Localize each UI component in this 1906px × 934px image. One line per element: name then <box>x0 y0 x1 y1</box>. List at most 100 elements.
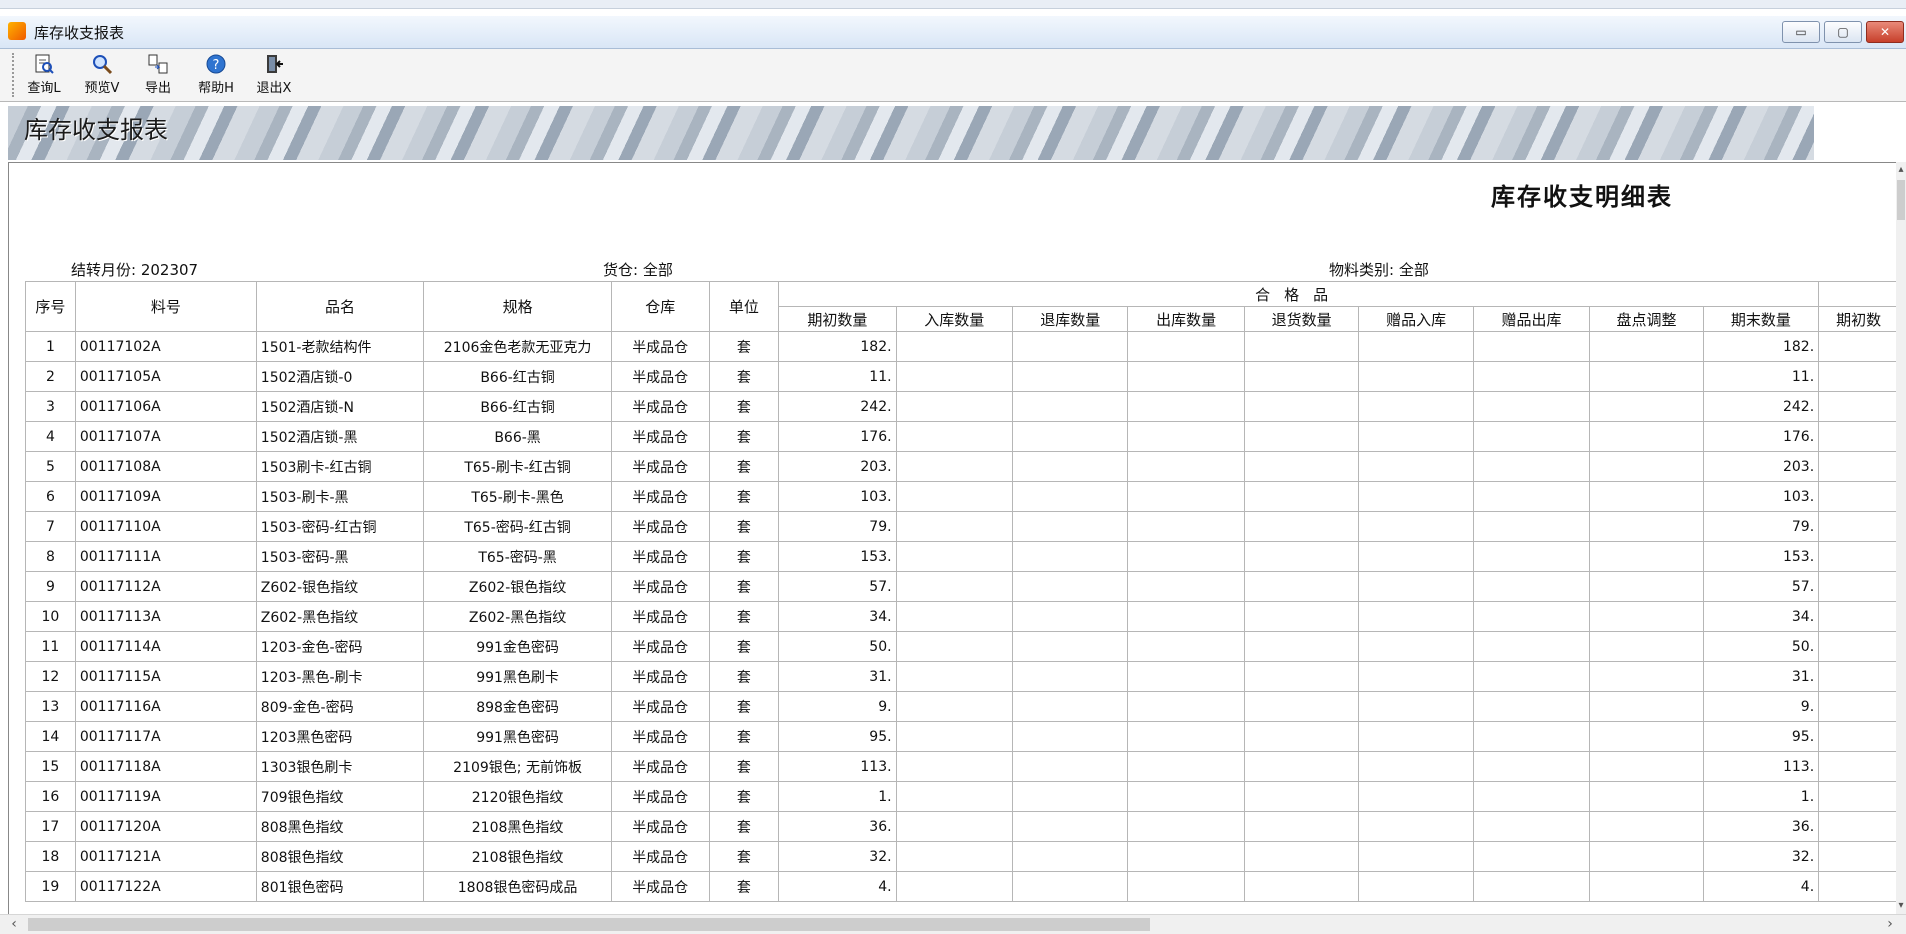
cell-opening-qty: 31. <box>778 661 897 692</box>
table-row[interactable]: 7 00117110A 1503-密码-红古铜 T65-密码-红古铜 半成品仓套 79. 7… <box>25 511 1899 542</box>
table-row[interactable]: 16 00117119A 709银色指纹 2120银色指纹 半成品仓套 1. 1. <box>25 781 1899 812</box>
table-row[interactable]: 10 00117113A Z602-黑色指纹 Z602-黑色指纹 半成品仓套 34. 34. <box>25 601 1899 632</box>
help-button[interactable]: ? 帮助H <box>190 53 242 99</box>
table-row[interactable]: 6 00117109A 1503-刷卡-黑 T65-刷卡-黑色 半成品仓套 103. 103… <box>25 481 1899 512</box>
table-row[interactable]: 4 00117107A 1502酒店锁-黑 B66-黑 半成品仓套 176. 176. <box>25 421 1899 452</box>
cell-empty-qty <box>1243 661 1360 692</box>
cell-spec: 1808银色密码成品 <box>423 871 612 902</box>
cell-closing-qty: 11. <box>1702 361 1820 392</box>
cell-empty-qty <box>1358 571 1474 602</box>
table-row[interactable]: 19 00117122A 801银色密码 1808银色密码成品 半成品仓套 4. 4. <box>25 871 1899 902</box>
cell-empty-qty <box>895 811 1014 842</box>
table-row[interactable]: 11 00117114A 1203-金色-密码 991金色密码 半成品仓套 50. 50. <box>25 631 1899 662</box>
cell-empty-qty <box>1589 841 1704 872</box>
cell-empty-qty <box>1589 811 1704 842</box>
cell-empty-qty <box>1358 331 1474 362</box>
cell-seq: 12 <box>25 661 76 692</box>
cell-closing-qty: 79. <box>1702 511 1820 542</box>
cell-closing-qty: 203. <box>1702 451 1820 482</box>
cell-spec: T65-密码-黑 <box>423 541 612 572</box>
cell-empty-qty <box>1127 751 1245 782</box>
horizontal-scrollbar[interactable]: ‹ › <box>0 914 1906 934</box>
close-button[interactable]: ✕ <box>1866 21 1904 43</box>
cell-name: 1501-老款结构件 <box>255 331 425 362</box>
cell-spec: 2108黑色指纹 <box>423 811 612 842</box>
table-row[interactable]: 12 00117115A 1203-黑色-刷卡 991黑色刷卡 半成品仓套 31. 31. <box>25 661 1899 692</box>
vertical-scrollbar[interactable]: ▴ ▾ <box>1896 162 1906 914</box>
cell-closing-qty: 36. <box>1702 811 1820 842</box>
header-spec: 规格 <box>423 281 612 332</box>
scroll-down-arrow[interactable]: ▾ <box>1896 900 1906 912</box>
cell-empty-qty <box>1243 751 1360 782</box>
scroll-left-arrow[interactable]: ‹ <box>4 915 24 934</box>
cell-empty-qty <box>895 781 1014 812</box>
cell-code: 00117109A <box>74 481 257 512</box>
cell-seq: 13 <box>25 691 76 722</box>
cell-opening-qty: 79. <box>778 511 897 542</box>
cell-seq: 7 <box>25 511 76 542</box>
cell-empty-qty <box>1358 481 1474 512</box>
table-row[interactable]: 1 00117102A 1501-老款结构件 2106金色老款无亚克力 半成品仓套 182… <box>25 331 1899 362</box>
table-row[interactable]: 15 00117118A 1303银色刷卡 2109银色; 无前饰板 半成品仓套 113.… <box>25 751 1899 782</box>
help-icon: ? <box>204 53 228 75</box>
cell-empty-qty <box>1011 751 1129 782</box>
cell-empty-qty <box>895 691 1014 722</box>
cell-empty-qty <box>1589 541 1704 572</box>
table-row[interactable]: 9 00117112A Z602-银色指纹 Z602-银色指纹 半成品仓套 57. 57. <box>25 571 1899 602</box>
cell-overflow <box>1818 751 1899 782</box>
cell-unit: 套 <box>708 451 780 482</box>
cell-empty-qty <box>1358 421 1474 452</box>
vertical-scroll-thumb[interactable] <box>1897 180 1905 220</box>
query-button[interactable]: 查询L <box>18 53 70 99</box>
cell-unit: 套 <box>708 331 780 362</box>
cell-overflow <box>1818 841 1899 872</box>
table-row[interactable]: 18 00117121A 808银色指纹 2108银色指纹 半成品仓套 32. 32. <box>25 841 1899 872</box>
table-row[interactable]: 3 00117106A 1502酒店锁-N B66-红古铜 半成品仓套 242. 242. <box>25 391 1899 422</box>
table-body: 1 00117102A 1501-老款结构件 2106金色老款无亚克力 半成品仓套 182… <box>25 331 1899 902</box>
top-strip <box>0 0 1906 9</box>
cell-seq: 5 <box>25 451 76 482</box>
cell-empty-qty <box>1011 841 1129 872</box>
table-row[interactable]: 13 00117116A 809-金色-密码 898金色密码 半成品仓套 9. 9. <box>25 691 1899 722</box>
cell-unit: 套 <box>708 391 780 422</box>
scroll-up-arrow[interactable]: ▴ <box>1896 164 1906 176</box>
period-label: 结转月份: 202307 <box>71 261 199 279</box>
cell-empty-qty <box>1127 871 1245 902</box>
cell-name: 1503-密码-黑 <box>255 541 425 572</box>
cell-overflow <box>1818 871 1899 902</box>
cell-overflow <box>1818 721 1899 752</box>
table-row[interactable]: 17 00117120A 808黑色指纹 2108黑色指纹 半成品仓套 36. 36. <box>25 811 1899 842</box>
cell-opening-qty: 34. <box>778 601 897 632</box>
cell-empty-qty <box>1243 691 1360 722</box>
horizontal-scroll-thumb[interactable] <box>28 918 1150 931</box>
cell-name: Z602-黑色指纹 <box>255 601 425 632</box>
cell-empty-qty <box>1127 721 1245 752</box>
cell-opening-qty: 11. <box>778 361 897 392</box>
maximize-button[interactable]: ▢ <box>1824 21 1862 43</box>
cell-unit: 套 <box>708 691 780 722</box>
cell-code: 00117112A <box>74 571 257 602</box>
scroll-right-arrow[interactable]: › <box>1880 915 1900 934</box>
cell-code: 00117102A <box>74 331 257 362</box>
table-row[interactable]: 8 00117111A 1503-密码-黑 T65-密码-黑 半成品仓套 153. 153. <box>25 541 1899 572</box>
table-row[interactable]: 5 00117108A 1503刷卡-红古铜 T65-刷卡-红古铜 半成品仓套 203. 2… <box>25 451 1899 482</box>
cell-empty-qty <box>1127 811 1245 842</box>
cell-closing-qty: 57. <box>1702 571 1820 602</box>
cell-empty-qty <box>1011 421 1129 452</box>
exit-button[interactable]: 退出X <box>248 53 300 99</box>
cell-empty-qty <box>1011 661 1129 692</box>
cell-code: 00117121A <box>74 841 257 872</box>
cell-empty-qty <box>1358 751 1474 782</box>
cell-opening-qty: 113. <box>778 751 897 782</box>
cell-spec: Z602-黑色指纹 <box>423 601 612 632</box>
table-row[interactable]: 2 00117105A 1502酒店锁-0 B66-红古铜 半成品仓套 11. 11. <box>25 361 1899 392</box>
cell-name: 1502酒店锁-黑 <box>255 421 425 452</box>
cell-closing-qty: 153. <box>1702 541 1820 572</box>
table-row[interactable]: 14 00117117A 1203黑色密码 991黑色密码 半成品仓套 95. 95. <box>25 721 1899 752</box>
subheader-cell: 退货数量 <box>1243 306 1360 332</box>
minimize-button[interactable]: ▭ <box>1782 21 1820 43</box>
preview-button[interactable]: 预览V <box>76 53 128 99</box>
cell-empty-qty <box>1243 631 1360 662</box>
category-filter-label: 物料类别: 全部 <box>1329 261 1429 279</box>
export-button[interactable]: 导出 <box>132 53 184 99</box>
